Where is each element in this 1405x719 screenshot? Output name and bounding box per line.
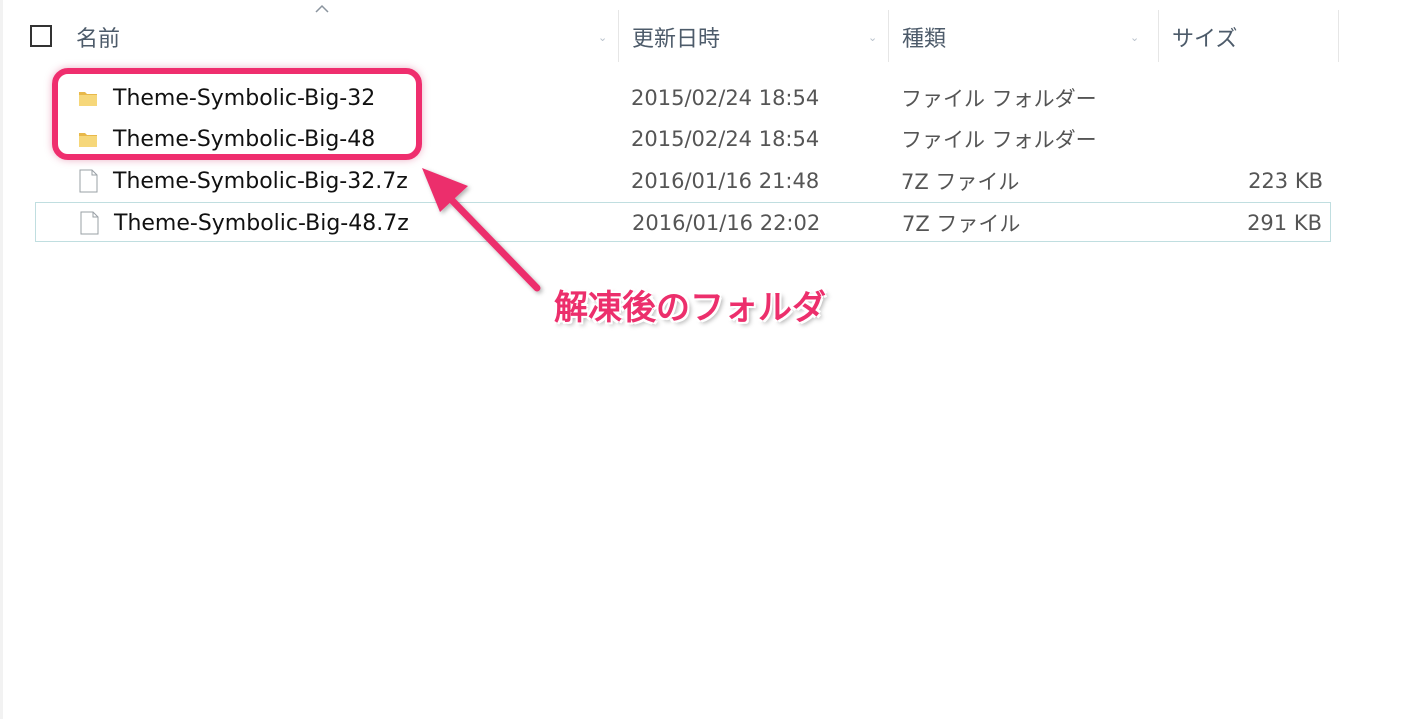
select-all-checkbox[interactable] [30,25,52,47]
file-name: Theme-Symbolic-Big-32.7z [113,168,408,194]
column-header-size[interactable]: サイズ [1172,10,1237,64]
column-header-name-label: 名前 [76,27,121,52]
file-size: 291 KB [1247,211,1322,235]
file-modified: 2015/02/24 18:54 [631,86,820,110]
file-type: ファイル フォルダー [901,87,1097,111]
file-row[interactable]: Theme-Symbolic-Big-48.7z 2016/01/16 22:0… [35,202,1331,242]
column-header-size-label: サイズ [1172,27,1238,52]
annotation-label: 解凍後のフォルダ [554,288,826,328]
file-type: 7Z ファイル [902,212,1021,236]
column-divider[interactable] [888,10,889,62]
column-divider[interactable] [618,10,619,62]
column-header-modified-label: 更新日時 [632,27,721,52]
column-header-type-label: 種類 [902,27,947,52]
file-size: 223 KB [1248,169,1323,193]
chevron-down-icon[interactable]: ⌄ [598,31,607,44]
window-left-edge [0,0,3,719]
column-header-modified[interactable]: 更新日時 [632,10,720,64]
file-modified: 2016/01/16 21:48 [631,169,820,193]
file-row[interactable]: Theme-Symbolic-Big-32.7z 2016/01/16 21:4… [35,161,1331,201]
file-type: 7Z ファイル [901,170,1020,194]
column-header-bar: 名前 ⌄ 更新日時 ⌄ 種類 ⌄ サイズ [0,0,1405,66]
chevron-down-icon[interactable]: ⌄ [868,31,877,44]
file-icon [79,169,98,193]
file-modified: 2015/02/24 18:54 [631,127,820,151]
file-icon [80,211,99,235]
file-name: Theme-Symbolic-Big-48.7z [114,210,409,236]
sort-ascending-icon [315,4,329,13]
column-divider[interactable] [1338,10,1339,62]
column-header-name[interactable]: 名前 [76,10,120,64]
file-type: ファイル フォルダー [901,128,1097,152]
file-modified: 2016/01/16 22:02 [632,211,821,235]
column-divider[interactable] [1158,10,1159,62]
annotation-highlight-box [52,68,422,160]
column-header-type[interactable]: 種類 [902,10,946,64]
chevron-down-icon[interactable]: ⌄ [1130,31,1139,44]
